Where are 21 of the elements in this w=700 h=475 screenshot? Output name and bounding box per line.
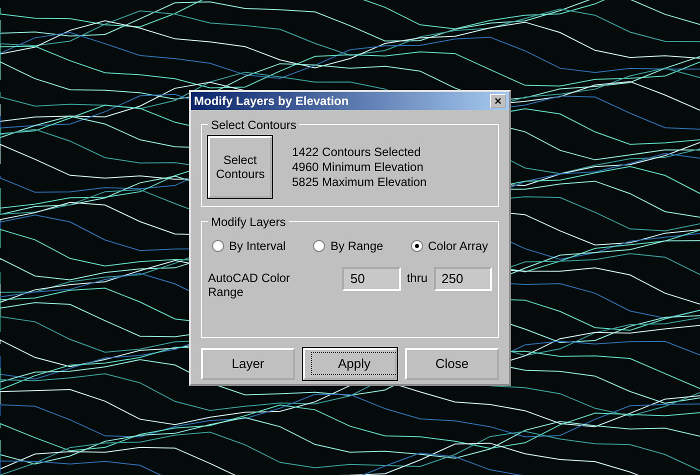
close-button[interactable]: × <box>490 94 506 108</box>
radio-label[interactable]: By Range <box>330 238 384 252</box>
range-label: AutoCAD Color Range <box>208 270 292 298</box>
thru-label: thru <box>406 270 428 284</box>
range-end-field[interactable]: 250 <box>434 266 492 290</box>
dialog-button[interactable]: Close <box>405 348 499 380</box>
radio-label[interactable]: Color Array <box>428 238 488 252</box>
info-text: 5825 Maximum Elevation <box>292 174 427 188</box>
window-title: Modify Layers by Elevation <box>194 94 349 108</box>
radio-label[interactable]: By Interval <box>229 238 286 252</box>
dialog-button[interactable]: Apply <box>303 348 397 380</box>
radio-button[interactable] <box>313 240 326 252</box>
radio-button[interactable] <box>410 240 423 252</box>
dialog-button[interactable]: Layer <box>201 348 295 380</box>
group-title: Modify Layers <box>210 214 287 228</box>
info-text: 4960 Minimum Elevation <box>292 160 424 174</box>
radio-button[interactable] <box>212 240 224 252</box>
range-start-field[interactable]: 50 <box>342 266 401 290</box>
info-text: 1422 Contours Selected <box>292 144 422 158</box>
select-contours-button[interactable]: Select Contours <box>208 136 272 198</box>
group-title: Select Contours <box>210 118 298 132</box>
